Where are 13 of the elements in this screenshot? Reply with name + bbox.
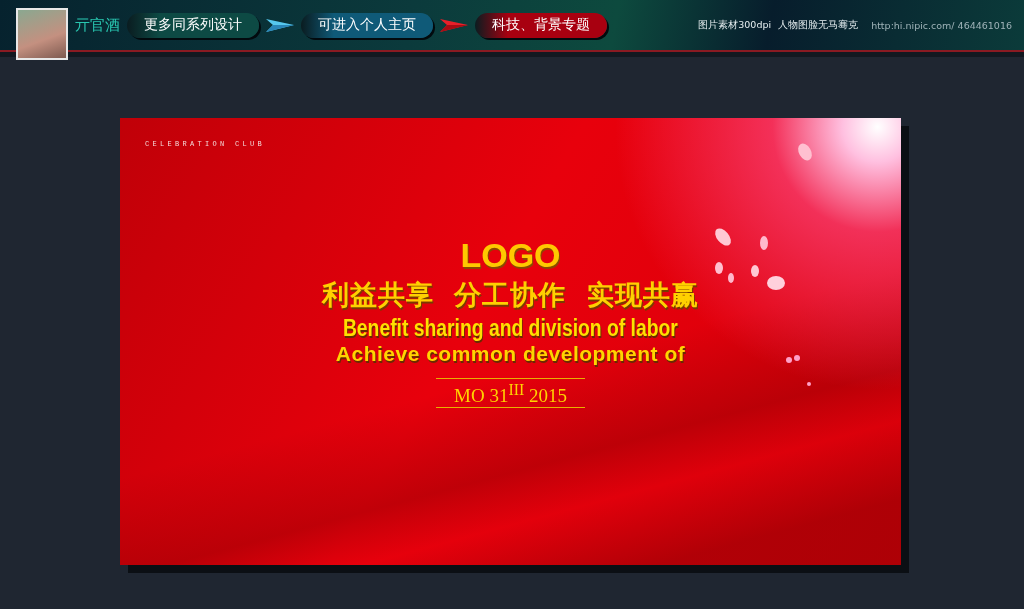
info-note: 人物图脸无马骞克 xyxy=(778,18,859,32)
nav-button[interactable]: 更多同系列设计 xyxy=(127,12,259,38)
headline: 利益共享 分工协作 实现共赢 xyxy=(321,278,700,312)
nav-button[interactable]: 科技、背景专题 xyxy=(475,12,607,38)
nav-button[interactable]: 可进入个人主页 xyxy=(301,12,433,38)
subtitle: Benefit sharing and division of labor xyxy=(343,315,678,342)
author-name[interactable]: 亓官酒 xyxy=(75,15,120,35)
logo-text: LOGO xyxy=(460,236,561,275)
subtitle: Achieve common development of xyxy=(335,342,686,366)
info-note: 图片素材300dpi xyxy=(698,18,772,32)
avatar-photo-placeholder xyxy=(16,8,68,60)
homepage-url: http:hi.nipic.com/ 464461016 xyxy=(871,19,1012,31)
date-text: MO 31$^{III}$ 2015 xyxy=(436,378,585,409)
